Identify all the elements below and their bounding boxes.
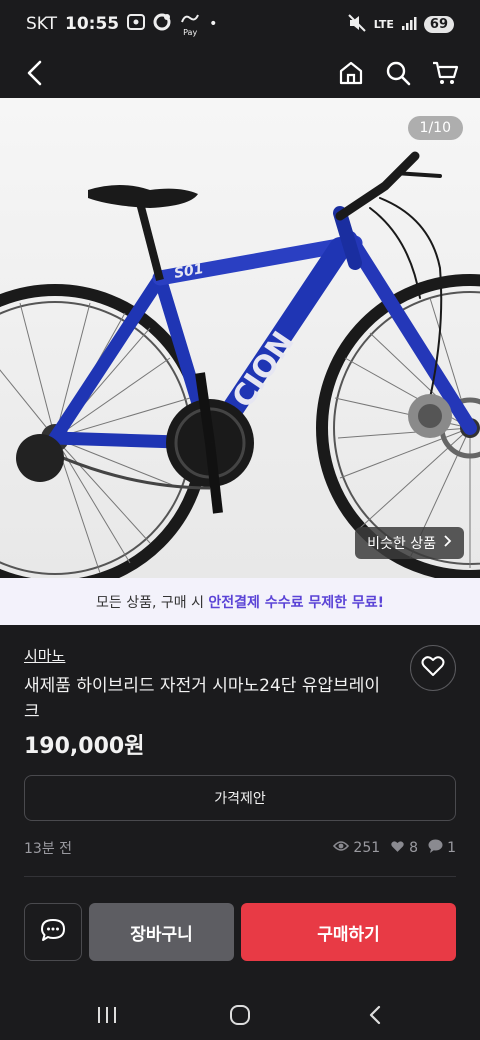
eye-icon: [333, 840, 350, 856]
promo-highlight: 안전결제 수수료 무제한 무료!: [208, 594, 384, 611]
screenshot-icon: [127, 13, 146, 35]
recent-apps-icon[interactable]: [92, 1000, 122, 1030]
similar-items-button[interactable]: 비슷한 상품: [355, 527, 464, 559]
dot-icon: •: [209, 16, 218, 32]
back-icon[interactable]: [18, 56, 52, 90]
status-bar: SKT 10:55 Pay • LTE 69: [0, 0, 480, 48]
promo-prefix: 모든 상품, 구매 시: [96, 594, 209, 611]
mute-icon: [347, 13, 367, 35]
product-price: 190,000원: [24, 734, 145, 759]
add-to-cart-button[interactable]: 장바구니: [89, 903, 234, 961]
image-counter: 1/10: [407, 116, 463, 140]
chat-count-icon: [428, 839, 443, 857]
clock: 10:55: [65, 14, 120, 34]
network-label: LTE: [373, 17, 394, 31]
view-count: 251: [353, 840, 381, 856]
buy-now-button[interactable]: 구매하기: [241, 903, 456, 961]
carrier-label: SKT: [26, 14, 58, 34]
bicycle-image: CION S01: [0, 98, 480, 578]
cart-icon[interactable]: [428, 56, 462, 90]
like-button[interactable]: [410, 645, 456, 691]
pay-label: Pay: [183, 27, 198, 37]
system-back-icon[interactable]: [360, 1000, 390, 1030]
product-meta: 13분 전 251 8 1: [24, 838, 456, 858]
system-nav-bar: [0, 990, 480, 1040]
chat-button[interactable]: [24, 903, 82, 961]
posted-time: 13분 전: [24, 841, 73, 857]
heart-icon: [421, 655, 445, 681]
pay-icon: Pay: [179, 12, 201, 37]
home-icon[interactable]: [334, 56, 368, 90]
safe-payment-banner[interactable]: 모든 상품, 구매 시 안전결제 수수료 무제한 무료!: [0, 578, 480, 625]
product-image-gallery[interactable]: CION S01 1/10 비슷한 상품: [0, 98, 480, 578]
chevron-right-icon: [444, 535, 452, 551]
similar-items-label: 비슷한 상품: [367, 536, 436, 552]
home-button-icon[interactable]: [225, 1000, 255, 1030]
chat-count: 1: [447, 840, 456, 856]
battery-indicator: 69: [423, 15, 454, 33]
chat-bubble-icon: [40, 918, 66, 946]
price-offer-button[interactable]: 가격제안: [24, 775, 456, 821]
heart-count-icon: [390, 840, 405, 857]
like-count: 8: [409, 840, 419, 856]
divider: [24, 876, 456, 877]
top-nav: [0, 48, 480, 98]
product-title: 새제품 하이브리드 자전거 시마노24단 유압브레이크: [24, 676, 381, 722]
notification-icon: [153, 13, 171, 36]
search-icon[interactable]: [381, 56, 415, 90]
signal-icon: [401, 15, 417, 34]
seller-link[interactable]: 시마노: [24, 645, 65, 666]
